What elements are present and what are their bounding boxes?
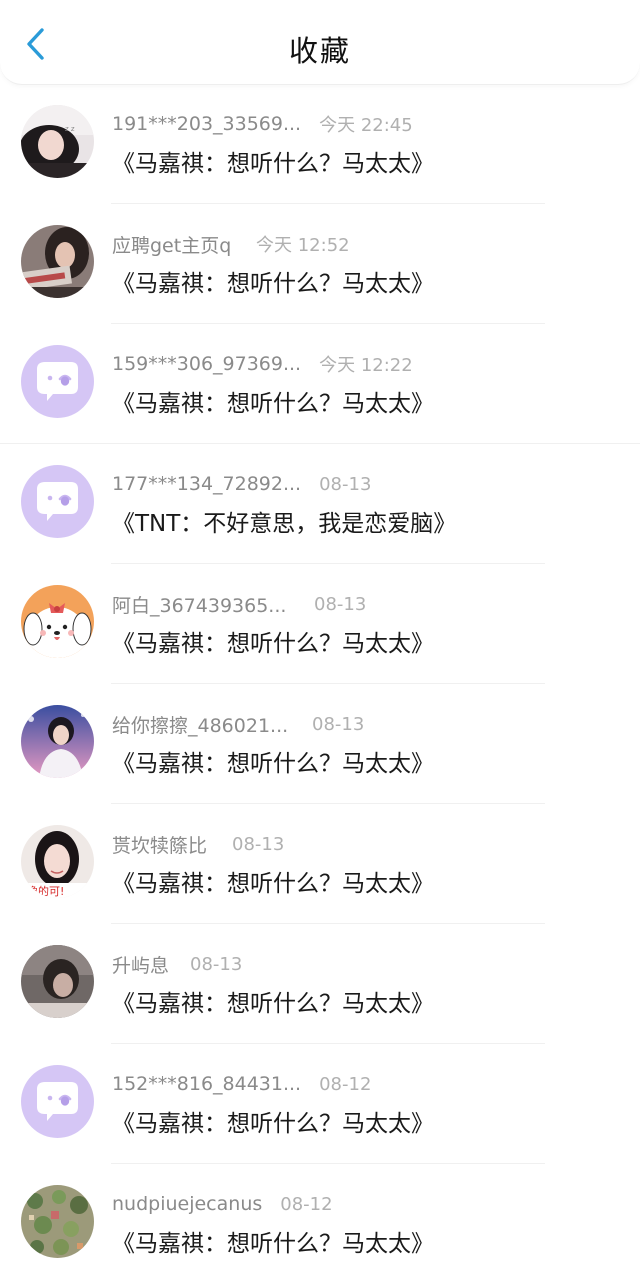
item-meta: 159***306_97369... 今天 12:22 [112, 351, 413, 377]
item-meta: 177***134_72892... 08-13 [112, 471, 371, 497]
favorites-page: 收藏 z z 191***203_33569... 今天 22:45 《马嘉祺：想听… [0, 0, 640, 1279]
avatar[interactable] [21, 465, 94, 538]
username[interactable]: 贳坎犊篨比 [112, 831, 214, 858]
message-text: 《马嘉祺：想听什么？马太太》 [112, 751, 434, 777]
username[interactable]: 升屿息 [112, 951, 172, 978]
username[interactable]: 191***203_33569... [112, 113, 301, 135]
list-item[interactable]: 升屿息 08-13 《马嘉祺：想听什么？马太太》 [0, 924, 640, 1044]
list-item[interactable]: 应聘get主页q 今天 12:52 《马嘉祺：想听什么？马太太》 [0, 204, 640, 324]
item-meta: 给你擦擦_486021... 08-13 [112, 711, 364, 737]
message-text: 《马嘉祺：想听什么？马太太》 [112, 1231, 434, 1257]
timestamp: 08-12 [280, 1193, 333, 1215]
svg-text:z z: z z [65, 125, 75, 133]
message-text: 《马嘉祺：想听什么？马太太》 [112, 151, 434, 177]
message-text: 《马嘉祺：想听什么？马太太》 [112, 391, 434, 417]
avatar[interactable] [21, 225, 94, 298]
username[interactable]: 152***816_84431... [112, 1073, 301, 1095]
timestamp: 08-13 [312, 713, 365, 735]
username[interactable]: 177***134_72892... [112, 473, 301, 495]
username[interactable]: 阿白_367439365... [112, 591, 296, 618]
message-text: 《马嘉祺：想听什么？马太太》 [112, 1111, 434, 1137]
timestamp: 今天 12:22 [319, 355, 413, 376]
username[interactable]: 159***306_97369... [112, 353, 301, 375]
avatar[interactable] [21, 945, 94, 1018]
message-text: 《马嘉祺：想听什么？马太太》 [112, 631, 434, 657]
list-item[interactable]: 159***306_97369... 今天 12:22 《马嘉祺：想听什么？马太太》 [0, 324, 640, 444]
message-text: 《马嘉祺：想听什么？马太太》 [112, 271, 434, 297]
timestamp: 08-13 [190, 953, 243, 975]
avatar[interactable]: z z [21, 105, 94, 178]
item-meta: 阿白_367439365... 08-13 [112, 591, 366, 617]
list-item[interactable]: 177***134_72892... 08-13 《TNT：不好意思，我是恋爱脑》 [0, 444, 640, 564]
message-text: 《马嘉祺：想听什么？马太太》 [112, 991, 434, 1017]
timestamp: 今天 12:52 [256, 235, 350, 256]
list-item[interactable]: 阿白_367439365... 08-13 《马嘉祺：想听什么？马太太》 [0, 564, 640, 684]
username[interactable]: 应聘get主页q [112, 231, 238, 258]
timestamp: 今天 22:45 [319, 115, 413, 136]
page-title: 收藏 [288, 34, 351, 68]
item-meta: 应聘get主页q 今天 12:52 [112, 231, 350, 257]
header-bar: 收藏 [0, 0, 640, 85]
item-meta: nudpiuejecanus 08-12 [112, 1191, 333, 1217]
avatar[interactable] [21, 345, 94, 418]
timestamp: 08-13 [314, 593, 367, 615]
timestamp: 08-12 [319, 1073, 372, 1095]
timestamp: 08-13 [232, 833, 285, 855]
item-meta: 升屿息 08-13 [112, 951, 242, 977]
avatar[interactable] [21, 585, 94, 658]
list-item[interactable]: 给你擦擦_486021... 08-13 《马嘉祺：想听什么？马太太》 [0, 684, 640, 804]
message-text: 《TNT：不好意思，我是恋爱脑》 [112, 511, 457, 537]
avatar[interactable]: 像的可! [21, 825, 94, 898]
timestamp: 08-13 [319, 473, 372, 495]
username[interactable]: 给你擦擦_486021... [112, 711, 294, 738]
item-meta: 191***203_33569... 今天 22:45 [112, 111, 413, 137]
favorites-list: z z 191***203_33569... 今天 22:45 《马嘉祺：想听什么？… [0, 84, 640, 1279]
list-item[interactable]: nudpiuejecanus 08-12 《马嘉祺：想听什么？马太太》 [0, 1164, 640, 1279]
svg-text:像的可!: 像的可! [27, 884, 64, 898]
item-meta: 贳坎犊篨比 08-13 [112, 831, 284, 857]
message-text: 《马嘉祺：想听什么？马太太》 [112, 871, 434, 897]
list-item[interactable]: z z 191***203_33569... 今天 22:45 《马嘉祺：想听什么？… [0, 84, 640, 204]
avatar[interactable] [21, 1065, 94, 1138]
item-meta: 152***816_84431... 08-12 [112, 1071, 371, 1097]
username[interactable]: nudpiuejecanus [112, 1193, 262, 1215]
avatar[interactable] [21, 1185, 94, 1258]
list-item[interactable]: 152***816_84431... 08-12 《马嘉祺：想听什么？马太太》 [0, 1044, 640, 1164]
avatar[interactable] [21, 705, 94, 778]
list-item[interactable]: 像的可! 贳坎犊篨比 08-13 《马嘉祺：想听什么？马太太》 [0, 804, 640, 924]
